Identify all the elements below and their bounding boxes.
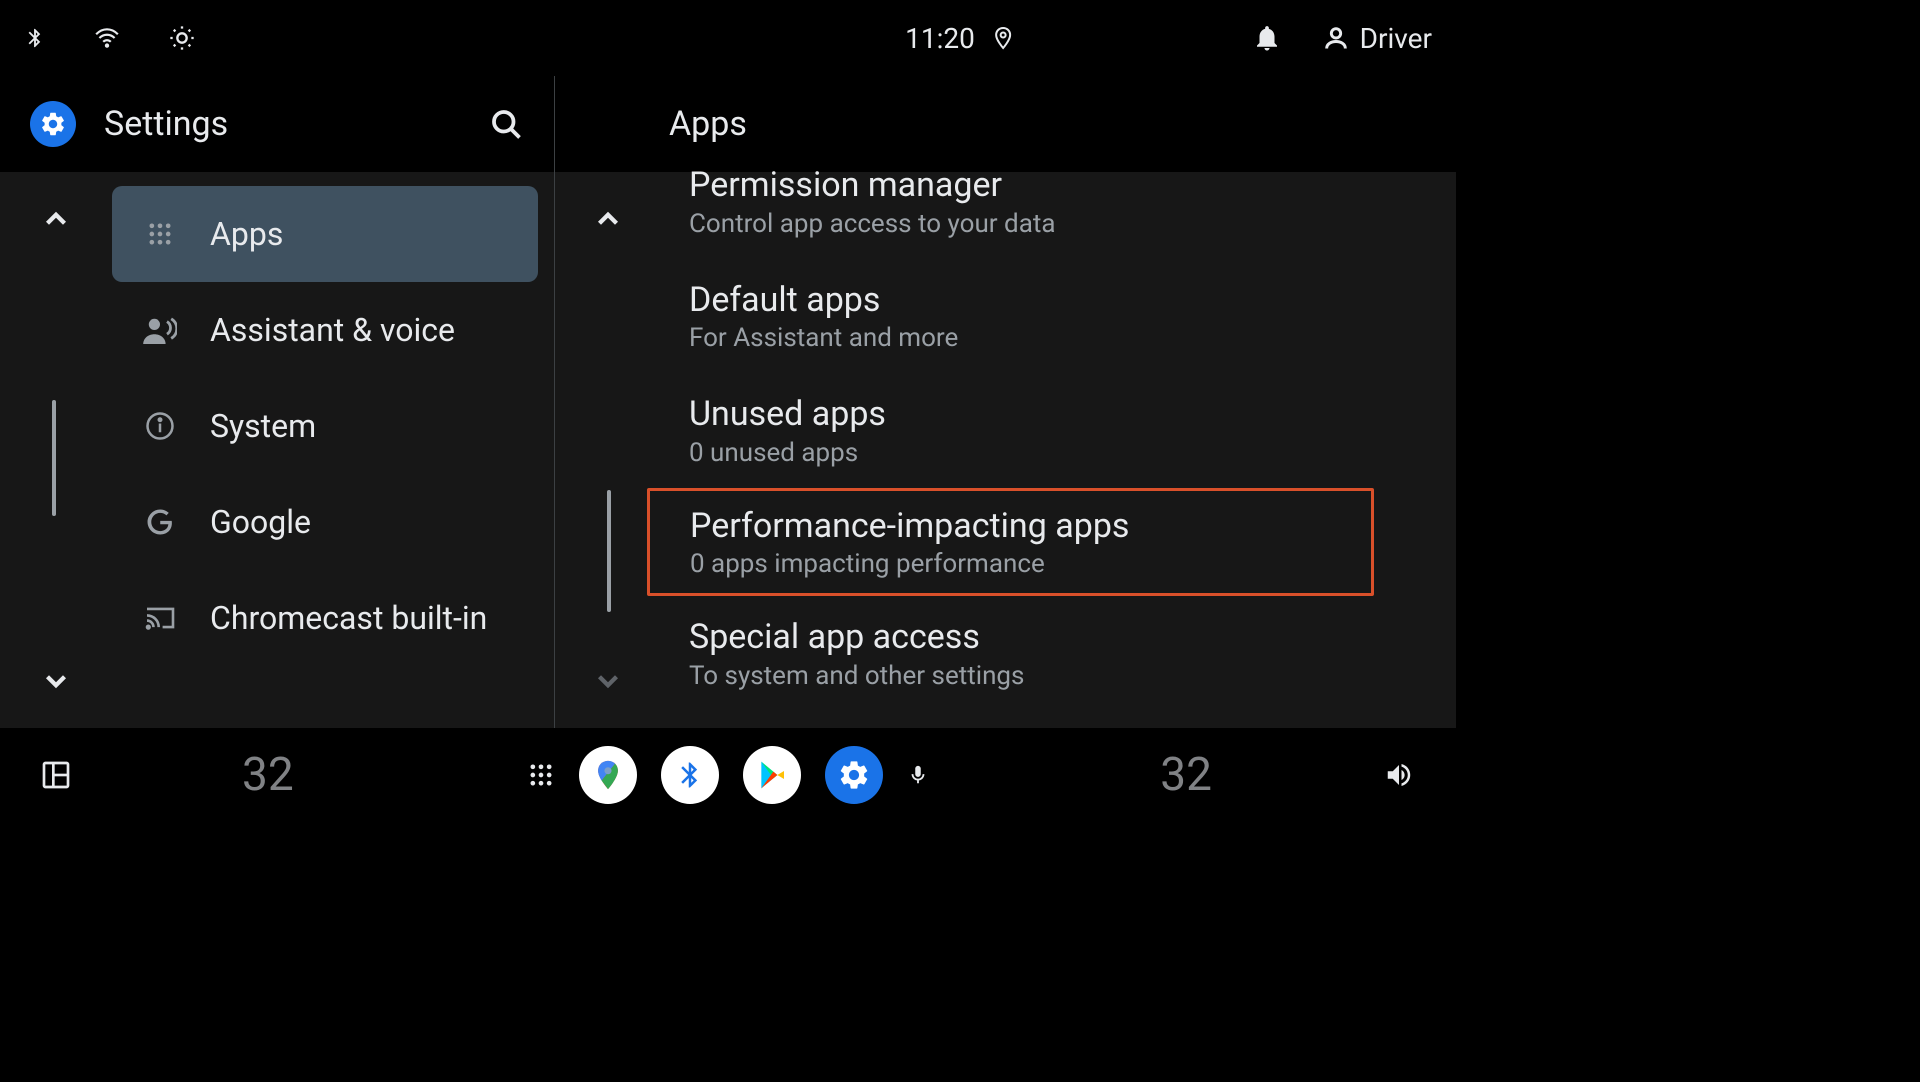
sidebar-item-apps[interactable]: Apps xyxy=(112,186,538,282)
setting-unused-apps[interactable]: Unused apps 0 unused apps xyxy=(645,373,1416,488)
setting-title: Special app access xyxy=(689,616,1372,659)
cast-icon xyxy=(140,605,180,631)
google-g-icon xyxy=(140,507,180,537)
search-button[interactable] xyxy=(488,106,524,142)
setting-subtitle: To system and other settings xyxy=(689,661,1372,691)
temperature-right[interactable]: 32 xyxy=(1160,748,1212,802)
setting-default-apps[interactable]: Default apps For Assistant and more xyxy=(645,259,1416,374)
setting-subtitle: Control app access to your data xyxy=(689,209,1372,239)
clock-time: 11:20 xyxy=(905,22,975,55)
setting-title: Performance-impacting apps xyxy=(690,505,1331,548)
brightness-icon xyxy=(168,24,196,52)
sidebar-item-assistant[interactable]: Assistant & voice xyxy=(112,282,538,378)
user-name: Driver xyxy=(1360,22,1432,55)
sidebar-item-label: Chromecast built-in xyxy=(210,599,487,637)
apps-grid-icon xyxy=(140,220,180,248)
wifi-icon xyxy=(90,25,124,51)
settings-gear-icon xyxy=(30,101,76,147)
dashboard-icon[interactable] xyxy=(40,759,72,791)
setting-title: Unused apps xyxy=(689,393,1372,436)
setting-permission-manager[interactable]: Permission manager Control app access to… xyxy=(645,164,1416,259)
sidebar-item-label: Apps xyxy=(210,215,283,253)
sidebar-item-system[interactable]: System xyxy=(112,378,538,474)
right-body: Permission manager Control app access to… xyxy=(555,172,1456,728)
sidebar-item-label: System xyxy=(210,407,316,445)
scroll-indicator xyxy=(52,400,56,516)
bottom-left: 32 xyxy=(40,748,294,802)
settings-list: Permission manager Control app access to… xyxy=(645,172,1456,728)
left-panel: Settings Apps xyxy=(0,76,555,728)
scroll-down-button[interactable] xyxy=(39,664,73,698)
left-arrow-col xyxy=(0,172,112,728)
bottom-bar: 32 32 xyxy=(0,728,1456,821)
status-bar: 11:20 Driver xyxy=(0,0,1456,76)
sidebar-item-google[interactable]: Google xyxy=(112,474,538,570)
left-header: Settings xyxy=(0,76,554,172)
location-icon xyxy=(991,23,1015,53)
volume-icon[interactable] xyxy=(1382,760,1416,790)
setting-title: Default apps xyxy=(689,279,1372,322)
assistant-voice-icon xyxy=(140,316,180,344)
settings-app-icon[interactable] xyxy=(825,746,883,804)
status-left xyxy=(24,23,196,53)
setting-special-app-access[interactable]: Special app access To system and other s… xyxy=(645,596,1416,711)
app-launcher-button[interactable] xyxy=(527,761,555,789)
setting-subtitle: 0 apps impacting performance xyxy=(690,549,1331,579)
right-arrow-col xyxy=(555,172,645,728)
bottom-right: 32 xyxy=(1160,748,1416,802)
left-body: Apps Assistant & voice System xyxy=(0,172,554,728)
bluetooth-app-icon[interactable] xyxy=(661,746,719,804)
scroll-indicator xyxy=(607,490,611,612)
setting-title: Permission manager xyxy=(689,164,1372,207)
status-right: Driver xyxy=(1252,22,1432,55)
sidebar-item-label: Google xyxy=(210,503,311,541)
status-center: 11:20 xyxy=(905,22,1015,55)
right-header: Apps xyxy=(555,76,1456,172)
content: Settings Apps xyxy=(0,76,1456,728)
setting-performance-impacting-apps[interactable]: Performance-impacting apps 0 apps impact… xyxy=(647,488,1374,597)
detail-title: Apps xyxy=(669,104,747,144)
sidebar-item-chromecast[interactable]: Chromecast built-in xyxy=(112,570,538,666)
menu-list: Apps Assistant & voice System xyxy=(112,172,554,728)
bluetooth-icon xyxy=(24,23,46,53)
setting-subtitle: 0 unused apps xyxy=(689,438,1372,468)
bell-icon[interactable] xyxy=(1252,23,1282,53)
info-icon xyxy=(140,411,180,441)
temperature-left[interactable]: 32 xyxy=(242,748,294,802)
mic-button[interactable] xyxy=(907,760,929,790)
scroll-up-button[interactable] xyxy=(591,202,625,236)
page-title: Settings xyxy=(104,104,460,144)
maps-app-icon[interactable] xyxy=(579,746,637,804)
scroll-down-button[interactable] xyxy=(591,664,625,698)
bottom-center xyxy=(527,746,929,804)
play-store-app-icon[interactable] xyxy=(743,746,801,804)
sidebar-item-label: Assistant & voice xyxy=(210,311,455,349)
user-profile[interactable]: Driver xyxy=(1322,22,1432,55)
right-panel: Apps Permission manager Control app acce… xyxy=(555,76,1456,728)
setting-subtitle: For Assistant and more xyxy=(689,323,1372,353)
scroll-up-button[interactable] xyxy=(39,202,73,236)
